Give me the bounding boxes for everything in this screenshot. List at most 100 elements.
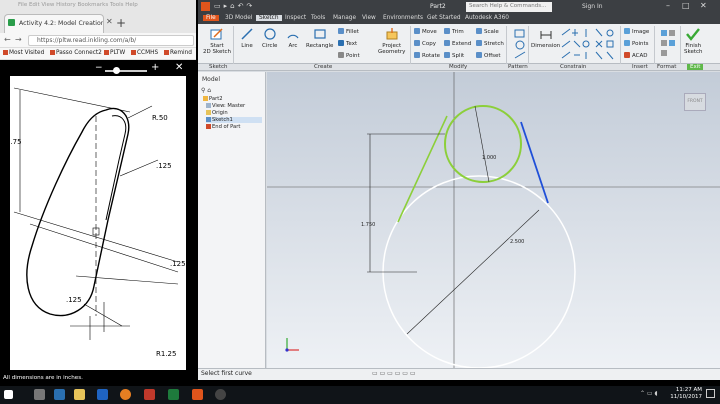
panel-label-format[interactable]: Format bbox=[657, 64, 676, 70]
pattern-buttons[interactable] bbox=[512, 28, 528, 62]
tab-manage[interactable]: Manage bbox=[330, 15, 359, 21]
acad-button[interactable]: ACAD bbox=[624, 52, 648, 59]
tab-inspect[interactable]: Inspect bbox=[282, 15, 309, 21]
inventor-taskbar-icon[interactable] bbox=[192, 389, 203, 400]
inventor-logo-icon[interactable] bbox=[201, 2, 210, 11]
graphics-window[interactable]: 1.750 1.000 2.500 bbox=[267, 72, 720, 369]
file-explorer-icon[interactable] bbox=[74, 389, 85, 400]
browser-menu-bar[interactable]: File Edit View History Bookmarks Tools H… bbox=[18, 2, 138, 8]
finish-sketch-button[interactable]: Finish Sketch bbox=[684, 27, 703, 55]
bookmark-item[interactable]: Most Visited bbox=[3, 50, 44, 56]
tab-file[interactable]: File bbox=[203, 15, 219, 21]
tree-item-origin[interactable]: Origin bbox=[206, 110, 228, 116]
bookmark-item[interactable]: PLTW bbox=[104, 50, 125, 56]
clock[interactable]: 11:27 AM 11/10/2017 bbox=[668, 387, 702, 401]
help-search-input[interactable]: Search Help & Commands... bbox=[466, 2, 552, 12]
bookmark-item[interactable]: Passo Connect2 bbox=[50, 50, 102, 56]
arc-button[interactable]: Arc bbox=[286, 27, 300, 49]
task-view-icon[interactable] bbox=[34, 389, 45, 400]
close-icon[interactable]: ✕ bbox=[700, 1, 707, 10]
qat-icons[interactable]: ▭▸⌂↶↷ bbox=[214, 2, 255, 10]
start-2d-sketch-button[interactable]: Start 2D Sketch bbox=[203, 27, 231, 55]
edge-icon[interactable] bbox=[54, 389, 65, 400]
dim-label-1-75: 1.75 bbox=[10, 138, 22, 146]
fillet-button[interactable]: Fillet bbox=[338, 28, 359, 35]
tree-item-end-of-part[interactable]: End of Part bbox=[206, 124, 240, 130]
tab-autodesk-a360[interactable]: Autodesk A360 bbox=[462, 15, 512, 21]
project-geometry-button[interactable]: Project Geometry bbox=[378, 27, 405, 55]
center-line bbox=[75, 275, 179, 285]
bookmark-item[interactable]: CCMHS bbox=[131, 50, 158, 56]
offset-button[interactable]: Offset bbox=[476, 52, 501, 59]
scale-button[interactable]: Scale bbox=[476, 28, 499, 35]
technical-drawing: 1.75 R.50 .125 .125 .125 R1.25 bbox=[6, 76, 186, 370]
tree-item-view[interactable]: View: Master bbox=[206, 103, 245, 109]
new-tab-button[interactable]: + bbox=[116, 16, 126, 30]
minimize-icon[interactable]: – bbox=[666, 1, 670, 10]
rectangle-button[interactable]: Rectangle bbox=[306, 27, 333, 49]
circle-button[interactable]: Circle bbox=[262, 27, 277, 49]
tab-environments[interactable]: Environments bbox=[380, 15, 426, 21]
start-button-icon[interactable] bbox=[4, 390, 13, 399]
tab-sketch[interactable]: Sketch bbox=[256, 15, 282, 21]
line-button[interactable]: Line bbox=[240, 27, 254, 49]
notifications-icon[interactable] bbox=[706, 389, 715, 398]
trim-button[interactable]: Trim bbox=[444, 28, 464, 35]
tree-item-part2[interactable]: Part2 bbox=[203, 96, 223, 102]
model-browser-header[interactable]: Model bbox=[198, 76, 266, 83]
tab-close-icon[interactable]: ✕ bbox=[106, 17, 113, 26]
small-circle[interactable] bbox=[444, 105, 522, 183]
format-buttons[interactable] bbox=[658, 28, 678, 62]
sketch-node-icon bbox=[206, 117, 211, 122]
panel-label-constrain[interactable]: Constrain bbox=[560, 64, 586, 70]
tab-view[interactable]: View bbox=[359, 15, 379, 21]
sketch-canvas[interactable]: 1.750 1.000 2.500 bbox=[267, 72, 720, 369]
address-bar[interactable]: https://pltw.read.inkling.com/a/b/ bbox=[28, 35, 194, 46]
extend-button[interactable]: Extend bbox=[444, 40, 471, 47]
powerpoint-icon[interactable] bbox=[144, 389, 155, 400]
system-tray-icons[interactable]: ⌃ ▭ ◖ bbox=[640, 390, 658, 397]
zoom-slider-handle[interactable] bbox=[113, 67, 120, 74]
constraint-grid[interactable] bbox=[560, 27, 616, 63]
bookmark-item[interactable]: Remind bbox=[164, 50, 192, 56]
outlook-icon[interactable] bbox=[97, 389, 108, 400]
tree-item-sketch1[interactable]: Sketch1 bbox=[206, 117, 262, 123]
tab-tools[interactable]: Tools bbox=[308, 15, 328, 21]
viewer-close-button[interactable]: ✕ bbox=[175, 62, 183, 73]
stretch-button[interactable]: Stretch bbox=[476, 40, 504, 47]
forward-icon[interactable]: → bbox=[15, 35, 22, 44]
tab-get-started[interactable]: Get Started bbox=[424, 15, 464, 21]
dim-label-r50: R.50 bbox=[152, 114, 168, 122]
excel-icon[interactable] bbox=[168, 389, 179, 400]
point-button[interactable]: Point bbox=[338, 52, 360, 59]
dimension-button[interactable]: Dimension bbox=[531, 27, 560, 49]
rotate-button[interactable]: Rotate bbox=[414, 52, 440, 59]
panel-label-exit: Exit bbox=[687, 64, 704, 70]
status-icons[interactable]: ▭ ▭ ▭ ▭ ▭ ▭ bbox=[372, 370, 416, 377]
dim-1-000[interactable]: 1.000 bbox=[482, 155, 496, 161]
split-button[interactable]: Split bbox=[444, 52, 464, 59]
viewcube[interactable]: FRONT bbox=[684, 93, 706, 111]
points-button[interactable]: Points bbox=[624, 40, 649, 47]
tangent-line-left[interactable] bbox=[397, 115, 448, 223]
move-button[interactable]: Move bbox=[414, 28, 437, 35]
drawing-footnote: All dimensions are in inches. bbox=[3, 375, 83, 381]
copy-button[interactable]: Copy bbox=[414, 40, 436, 47]
model-browser-tools[interactable]: ⚲ ⌂ bbox=[201, 87, 211, 94]
sign-in-button[interactable]: Sign In bbox=[582, 3, 603, 10]
back-icon[interactable]: ← bbox=[4, 35, 11, 44]
tab-3d-model[interactable]: 3D Model bbox=[222, 15, 255, 21]
firefox-icon[interactable] bbox=[120, 389, 131, 400]
dim-1-750[interactable]: 1.750 bbox=[361, 222, 375, 228]
maximize-icon[interactable]: □ bbox=[682, 1, 690, 10]
panel-label-create[interactable]: Create bbox=[314, 64, 332, 70]
zoom-in-button[interactable]: + bbox=[151, 62, 159, 73]
browser-tab[interactable]: Activity 4.2: Model Creation bbox=[4, 14, 104, 33]
tangent-line-right[interactable] bbox=[520, 121, 549, 204]
app-icon[interactable] bbox=[215, 389, 226, 400]
text-button[interactable]: Text bbox=[338, 40, 357, 47]
image-button[interactable]: Image bbox=[624, 28, 649, 35]
zoom-out-button[interactable]: − bbox=[95, 63, 103, 73]
zoom-slider[interactable] bbox=[105, 70, 147, 72]
dim-2-500[interactable]: 2.500 bbox=[510, 239, 524, 245]
